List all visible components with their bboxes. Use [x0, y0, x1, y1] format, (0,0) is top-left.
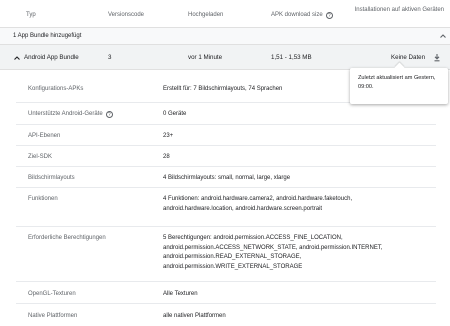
detail-value: alle nativen Plattformen	[163, 312, 433, 322]
detail-key: Unterstützte Android-Geräte ?	[28, 110, 113, 119]
download-icon[interactable]	[433, 53, 441, 62]
detail-row-devices: Unterstützte Android-Geräte ? 0 Geräte	[16, 103, 436, 125]
help-icon[interactable]: ?	[325, 11, 333, 19]
detail-row-permissions: Erforderliche Berechtigungen 5 Berechtig…	[16, 227, 436, 282]
detail-value-line: 4 Bildschirmlayouts: small, normal, larg…	[163, 175, 291, 181]
detail-key: Konfigurations-APKs	[28, 86, 84, 92]
detail-key: Funktionen	[28, 196, 58, 202]
header-size[interactable]: APK download size ?	[271, 11, 333, 19]
detail-value-line: android.permission.READ_EXTERNAL_STORAGE…	[163, 254, 302, 261]
detail-value: Alle Texturen	[163, 290, 433, 300]
installs-tooltip: Zuletzt aktualisiert am Gestern, 09:00.	[350, 68, 448, 104]
detail-value: 0 Geräte	[163, 110, 433, 120]
bundle-name: Android App Bundle	[24, 54, 79, 61]
header-versioncode[interactable]: Versionscode	[108, 11, 144, 19]
header-installs[interactable]: Installationen auf aktiven Geräten	[354, 6, 444, 14]
detail-value: 4 Funktionen: android.hardware.camera2, …	[163, 195, 433, 214]
tooltip-text: Zuletzt aktualisiert am Gestern, 09:00.	[358, 75, 436, 90]
detail-row-screen-layouts: Bildschirmlayouts 4 Bildschirmlayouts: s…	[16, 167, 436, 188]
detail-value: 28	[163, 153, 433, 163]
help-icon[interactable]: ?	[105, 111, 113, 118]
header-size-label: APK download size	[271, 12, 323, 18]
detail-row-api-levels: API-Ebenen 23+	[16, 125, 436, 146]
detail-value-line: Alle Texturen	[163, 291, 198, 297]
detail-key: API-Ebenen	[28, 133, 61, 139]
bundle-size: 1,51 - 1,53 MB	[271, 54, 312, 61]
chevron-up-icon[interactable]	[13, 54, 21, 62]
bundle-versioncode: 3	[108, 54, 112, 61]
detail-row-opengl-textures: OpenGL-Texturen Alle Texturen	[16, 282, 436, 304]
chevron-up-icon[interactable]	[438, 31, 448, 41]
detail-key: Ziel-SDK	[28, 154, 53, 160]
detail-key: Bildschirmlayouts	[28, 175, 75, 181]
detail-value-line: 5 Berechtigungen: android.permission.ACC…	[163, 235, 343, 241]
header-uploaded[interactable]: Hochgeladen	[188, 11, 223, 19]
bundle-details: Konfigurations-APKs Erstellt für: 7 Bild…	[0, 70, 450, 326]
detail-row-native-platforms: Native Plattformen alle nativen Plattfor…	[16, 304, 436, 326]
detail-value-line: android.permission.WRITE_EXTERNAL_STORAG…	[163, 263, 303, 270]
detail-key-label: Unterstützte Android-Geräte	[28, 111, 103, 117]
bundle-row[interactable]: Android App Bundle 3 vor 1 Minute 1,51 -…	[0, 45, 450, 70]
detail-row-target-sdk: Ziel-SDK 28	[16, 146, 436, 167]
detail-value-line: 4 Funktionen: android.hardware.camera2, …	[163, 196, 353, 202]
group-label: 1 App Bundle hinzugefügt	[13, 33, 82, 39]
header-type[interactable]: Typ	[26, 11, 36, 19]
bundle-installs[interactable]: Keine Daten	[391, 54, 425, 61]
detail-row-features: Funktionen 4 Funktionen: android.hardwar…	[16, 188, 436, 227]
detail-value-line: 28	[163, 154, 170, 160]
bundle-uploaded: vor 1 Minute	[188, 54, 223, 61]
detail-value-line: 0 Geräte	[163, 111, 187, 117]
detail-value: 4 Bildschirmlayouts: small, normal, larg…	[163, 174, 433, 184]
detail-value-line: android.permission.ACCESS_NETWORK_STATE,…	[163, 244, 383, 251]
detail-value: 23+	[163, 132, 433, 142]
detail-value: 5 Berechtigungen: android.permission.ACC…	[163, 234, 433, 272]
detail-value-line: android.hardware.location, android.hardw…	[163, 205, 323, 212]
table-header: Typ Versionscode Hochgeladen APK downloa…	[0, 0, 450, 28]
detail-key: Erforderliche Berechtigungen	[28, 235, 106, 241]
detail-key: Native Plattformen	[28, 313, 78, 319]
detail-value-line: 23+	[163, 133, 174, 139]
group-row[interactable]: 1 App Bundle hinzugefügt	[0, 28, 450, 45]
detail-key: OpenGL-Texturen	[28, 291, 76, 297]
detail-value-line: alle nativen Plattformen	[163, 313, 226, 319]
